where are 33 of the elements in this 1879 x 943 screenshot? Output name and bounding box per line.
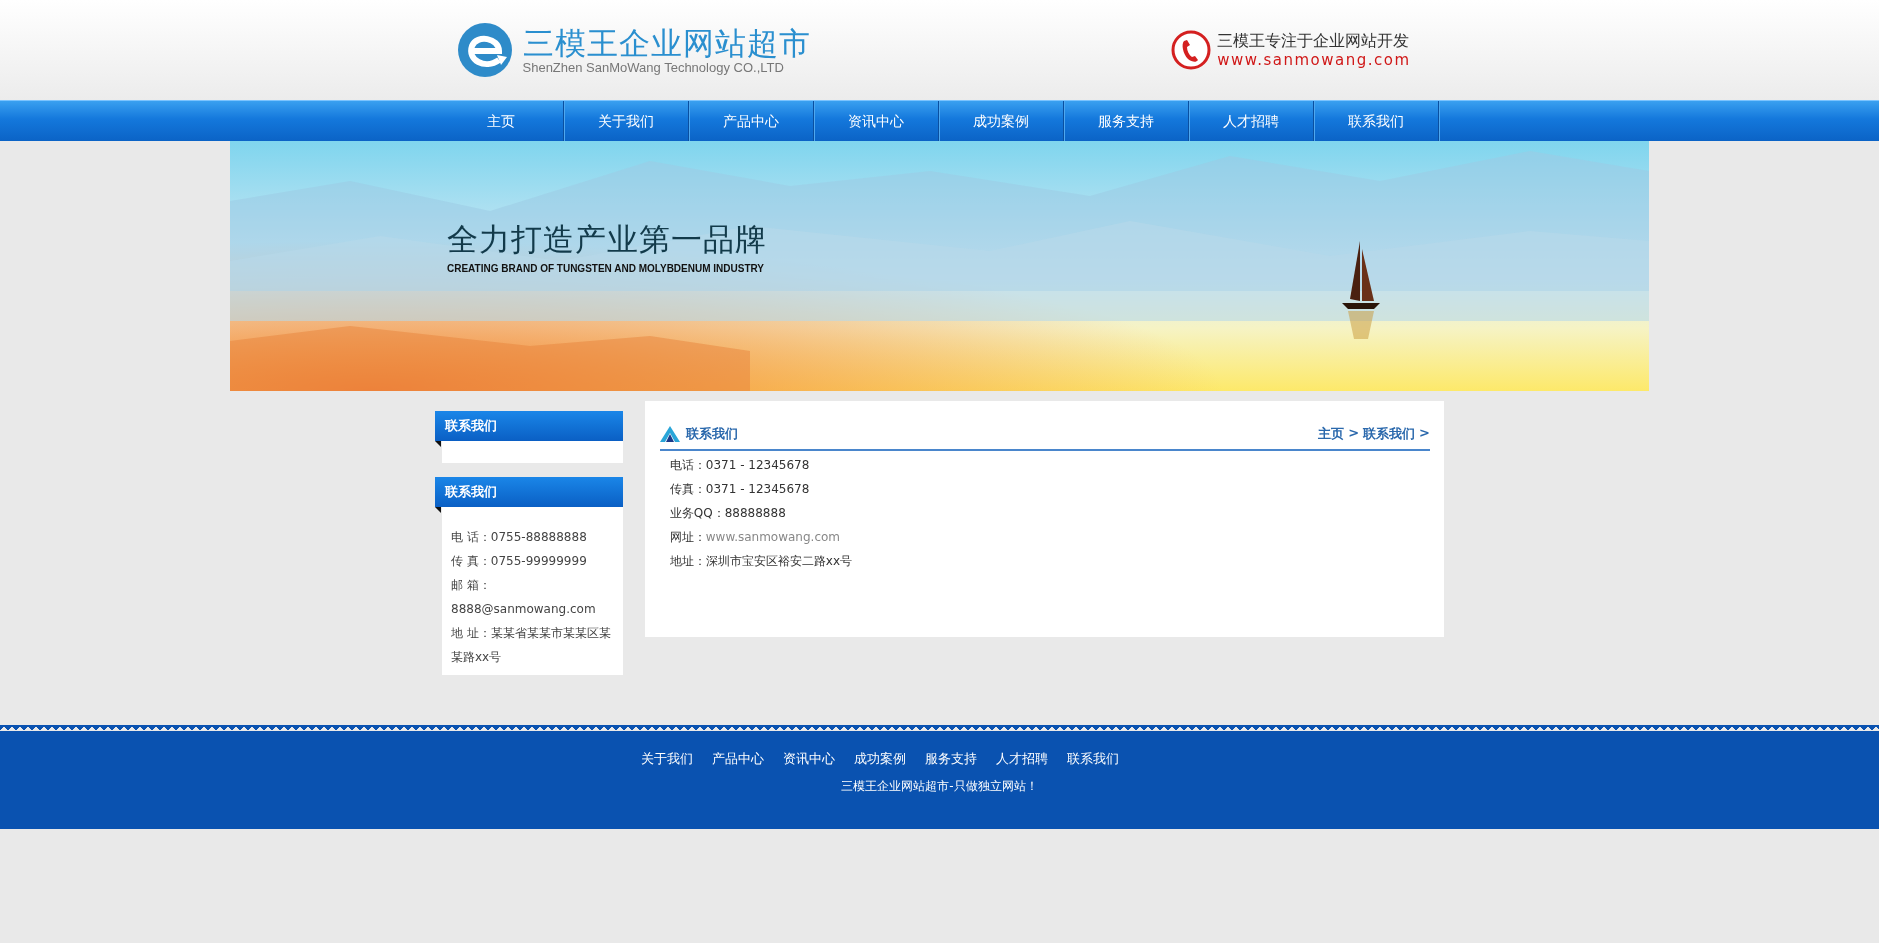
section-title: 联系我们: [685, 425, 738, 443]
footer-link[interactable]: 联系我们: [1066, 750, 1119, 768]
logo-title: 三模王企业网站超市: [522, 25, 811, 61]
banner-title: 全力打造产业第一品牌: [447, 220, 767, 259]
slogan-text: 三模王专注于企业网站开发: [1217, 31, 1411, 51]
footer-link[interactable]: 服务支持: [924, 750, 977, 768]
footer-link[interactable]: 成功案例: [853, 750, 906, 768]
contact-line: 电 话：0755-88888888: [451, 529, 588, 546]
footer-link[interactable]: 产品中心: [711, 750, 764, 768]
footer-link[interactable]: 人才招聘: [995, 750, 1048, 768]
logo-subtitle: ShenZhen SanMoWang Technology CO.,LTD: [522, 61, 785, 75]
breadcrumb-link[interactable]: 主页: [1318, 425, 1345, 443]
contact-line: 传真：0371 - 12345678: [669, 481, 811, 498]
panel-title-bar: 联系我们: [435, 411, 623, 441]
contact-line: 业务QQ：88888888: [669, 505, 787, 522]
footer-link[interactable]: 资讯中心: [782, 750, 835, 768]
website-url[interactable]: www.sanmowang.com: [1217, 51, 1411, 69]
footer-tagline: 三模王企业网站超市-只做独立网站！: [840, 778, 1039, 795]
contact-line: 传 真：0755-99999999: [451, 553, 588, 570]
breadcrumb-separator: >: [1348, 425, 1360, 442]
contact-line: 电话：0371 - 12345678: [669, 457, 811, 474]
triangle-logo-icon: [659, 426, 680, 442]
contact-line: 地址：深圳市宝安区裕安二路xx号: [669, 553, 853, 570]
breadcrumb-separator: >: [1419, 425, 1430, 442]
breadcrumb-link[interactable]: 联系我们: [1363, 425, 1416, 443]
panel-title-bar: 联系我们: [435, 477, 623, 507]
banner-subtitle: CREATING BRAND OF TUNGSTEN AND MOLYBDENUM INDUSTRY: [447, 263, 766, 274]
contact-line: 邮 箱：8888@sanmowang.com: [451, 577, 597, 618]
logo-icon: [456, 22, 513, 78]
footer-link[interactable]: 关于我们: [640, 750, 693, 768]
contact-line: 地 址：某某省某某市某某区某某路xx号: [451, 625, 612, 666]
phone-icon: [1171, 30, 1212, 70]
contact-line: 网址：www.sanmowang.com: [669, 529, 842, 546]
